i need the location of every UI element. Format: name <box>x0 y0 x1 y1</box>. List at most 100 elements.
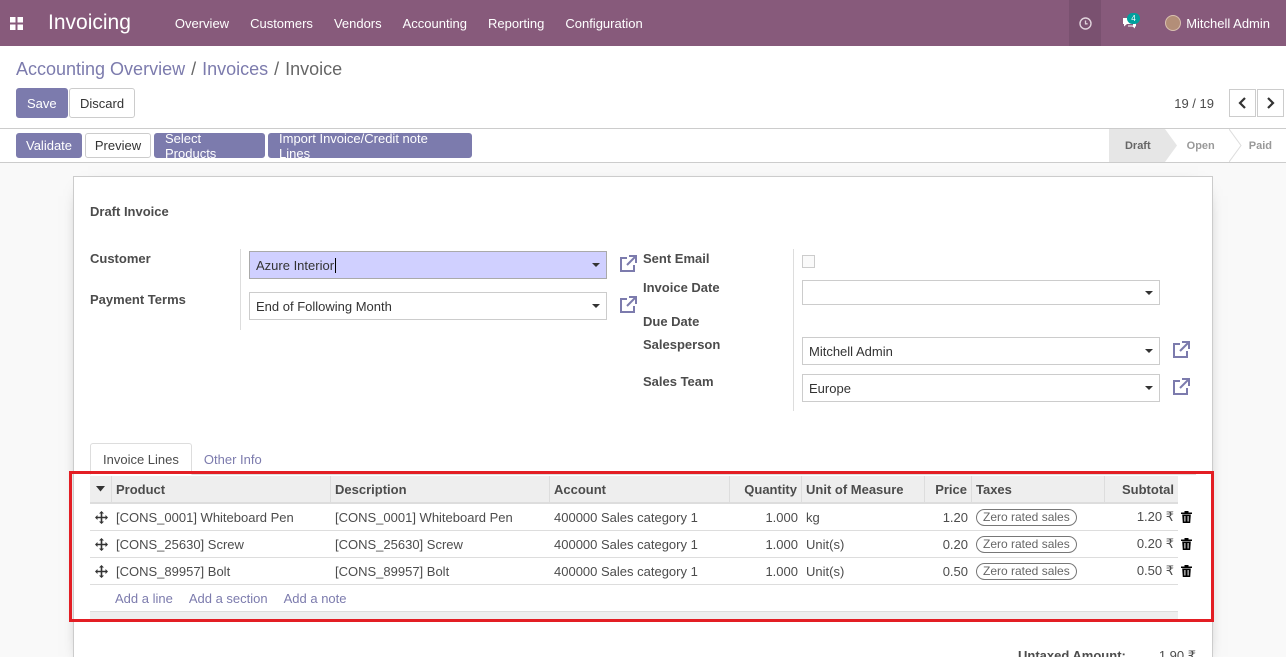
state-draft: Draft <box>1108 129 1165 162</box>
sort-handle-header[interactable] <box>90 476 112 502</box>
top-navbar: Invoicing Overview Customers Vendors Acc… <box>0 0 1286 46</box>
sales-team-value: Europe <box>809 380 851 396</box>
cell-account: 400000 Sales category 1 <box>554 509 698 525</box>
untaxed-amount-value: 1.90 ₹ <box>1158 648 1196 657</box>
cell-price: 1.20 <box>942 509 968 525</box>
validate-button[interactable]: Validate <box>16 133 82 158</box>
table-row[interactable]: [CONS_0001] Whiteboard Pen [CONS_0001] W… <box>90 504 1192 531</box>
payment-terms-external-link-icon[interactable] <box>618 295 638 315</box>
tab-other-info[interactable]: Other Info <box>192 443 274 475</box>
breadcrumb-invoices[interactable]: Invoices <box>202 59 268 80</box>
state-paid[interactable]: Paid <box>1243 129 1286 162</box>
breadcrumb-separator: / <box>274 59 280 79</box>
payment-terms-field[interactable]: End of Following Month <box>249 292 607 320</box>
menu-overview[interactable]: Overview <box>175 16 229 31</box>
column-taxes[interactable]: Taxes <box>972 476 1105 502</box>
customer-field[interactable]: Azure Interior <box>249 251 607 279</box>
trash-icon[interactable] <box>1181 511 1192 523</box>
column-description[interactable]: Description <box>331 476 550 502</box>
navbar-systray: 4 Mitchell Admin <box>1069 0 1286 46</box>
column-account[interactable]: Account <box>550 476 730 502</box>
cell-subtotal: 0.50 ₹ <box>1136 563 1174 578</box>
salesperson-field[interactable]: Mitchell Admin <box>802 337 1160 365</box>
menu-vendors[interactable]: Vendors <box>334 16 382 31</box>
cell-uom: kg <box>806 509 820 525</box>
column-unit-of-measure[interactable]: Unit of Measure <box>802 476 925 502</box>
breadcrumb-separator: / <box>191 59 197 79</box>
cell-taxes: Zero rated sales <box>972 562 1105 580</box>
sent-email-checkbox[interactable] <box>802 255 815 268</box>
state-paid-label: Paid <box>1248 139 1272 152</box>
add-section-link[interactable]: Add a section <box>189 591 268 606</box>
add-line-link[interactable]: Add a line <box>115 591 173 606</box>
trash-icon[interactable] <box>1181 565 1192 577</box>
menu-accounting[interactable]: Accounting <box>403 16 467 31</box>
state-arrow-icon <box>1228 129 1242 162</box>
menu-configuration[interactable]: Configuration <box>565 16 642 31</box>
apps-menu-icon[interactable] <box>0 0 32 46</box>
customer-value: Azure Interior <box>256 257 335 273</box>
invoice-title: Draft Invoice <box>90 204 169 219</box>
cell-subtotal: 0.20 ₹ <box>1136 536 1174 551</box>
table-footer <box>90 611 1178 620</box>
tax-tag: Zero rated sales <box>976 535 1077 553</box>
payment-terms-label: Payment Terms <box>90 292 186 307</box>
activity-clock-icon[interactable] <box>1069 0 1102 46</box>
add-note-link[interactable]: Add a note <box>284 591 347 606</box>
tab-invoice-lines[interactable]: Invoice Lines <box>90 443 192 475</box>
customer-label: Customer <box>90 251 151 266</box>
cell-taxes: Zero rated sales <box>972 535 1105 553</box>
status-states: Draft Open Paid <box>1108 129 1286 162</box>
save-button[interactable]: Save <box>16 88 68 118</box>
cell-description: [CONS_89957] Bolt <box>335 563 450 579</box>
cell-product: [CONS_0001] Whiteboard Pen <box>116 509 294 525</box>
salesperson-value: Mitchell Admin <box>809 343 893 359</box>
column-product[interactable]: Product <box>112 476 331 502</box>
menu-reporting[interactable]: Reporting <box>488 16 544 31</box>
user-name: Mitchell Admin <box>1186 15 1270 31</box>
select-products-button[interactable]: Select Products <box>154 131 265 161</box>
cell-description: [CONS_0001] Whiteboard Pen <box>335 509 513 525</box>
salesperson-dropdown-icon <box>1145 349 1153 353</box>
sent-email-label: Sent Email <box>643 251 710 266</box>
user-avatar <box>1165 15 1182 31</box>
cell-account: 400000 Sales category 1 <box>554 536 698 552</box>
messaging-chat-icon[interactable]: 4 <box>1101 0 1157 46</box>
invoice-date-field[interactable] <box>802 280 1160 305</box>
menu-customers[interactable]: Customers <box>250 16 313 31</box>
right-group-divider <box>793 249 794 411</box>
customer-external-link-icon[interactable] <box>618 254 638 274</box>
trash-icon[interactable] <box>1181 538 1192 550</box>
drag-handle-icon[interactable] <box>90 564 112 578</box>
breadcrumb-accounting-overview[interactable]: Accounting Overview <box>16 59 185 80</box>
tax-tag: Zero rated sales <box>976 562 1077 580</box>
column-subtotal[interactable]: Subtotal <box>1105 476 1178 502</box>
add-line-row: Add a line Add a section Add a note <box>90 585 1178 611</box>
sales-team-external-link-icon[interactable] <box>1171 377 1191 397</box>
table-row[interactable]: [CONS_89957] Bolt [CONS_89957] Bolt 4000… <box>90 558 1192 585</box>
drag-handle-icon[interactable] <box>90 510 112 524</box>
untaxed-amount-label: Untaxed Amount: <box>1018 648 1126 657</box>
state-open[interactable]: Open <box>1165 129 1229 162</box>
sales-team-field[interactable]: Europe <box>802 374 1160 402</box>
cell-price: 0.50 <box>942 563 968 579</box>
discard-button[interactable]: Discard <box>69 88 136 118</box>
invoice-date-dropdown-icon <box>1145 291 1153 295</box>
user-menu[interactable]: Mitchell Admin <box>1157 0 1286 46</box>
sales-team-label: Sales Team <box>643 374 714 389</box>
column-quantity[interactable]: Quantity <box>730 476 802 502</box>
control-panel: Accounting Overview / Invoices / Invoice… <box>0 46 1286 129</box>
state-draft-label: Draft <box>1124 139 1151 152</box>
caret-down-icon <box>96 486 105 492</box>
salesperson-external-link-icon[interactable] <box>1171 340 1191 360</box>
pager-previous-button[interactable] <box>1229 89 1256 117</box>
import-lines-button[interactable]: Import Invoice/Credit note Lines <box>268 131 472 161</box>
pager-next-button[interactable] <box>1257 89 1284 117</box>
cell-account: 400000 Sales category 1 <box>554 563 698 579</box>
state-open-label: Open <box>1186 139 1215 152</box>
table-row[interactable]: [CONS_25630] Screw [CONS_25630] Screw 40… <box>90 531 1192 558</box>
drag-handle-icon[interactable] <box>90 537 112 551</box>
column-price[interactable]: Price <box>925 476 972 502</box>
chevron-right-icon <box>1267 97 1275 109</box>
preview-button[interactable]: Preview <box>85 133 151 158</box>
